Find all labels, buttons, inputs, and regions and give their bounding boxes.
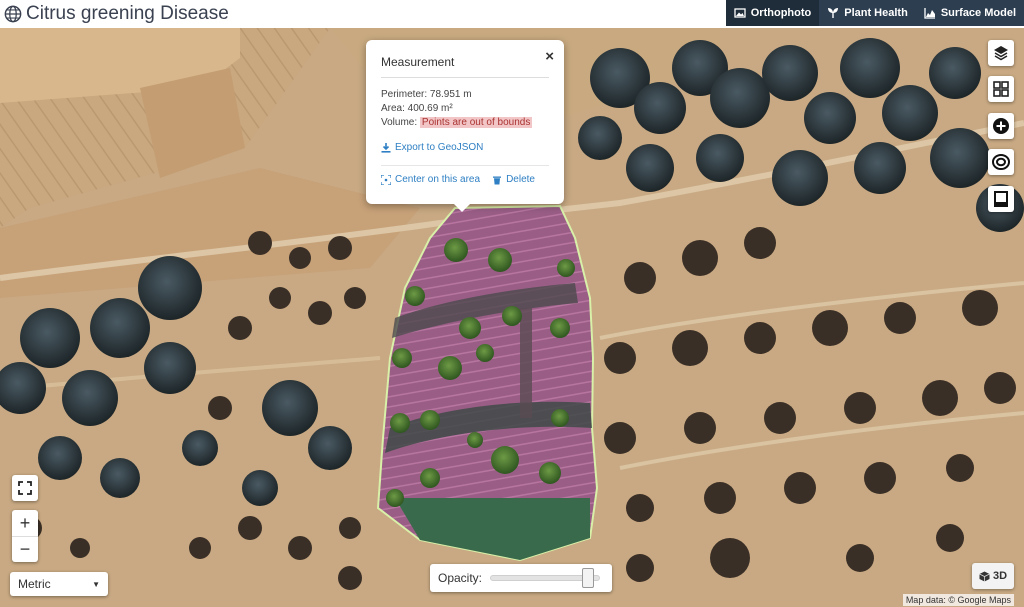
square-button[interactable] [988,186,1014,212]
center-area-link[interactable]: Center on this area [381,174,480,185]
trash-icon [493,176,502,184]
fullscreen-icon [18,481,32,495]
grid-button[interactable] [988,76,1014,102]
units-select[interactable]: Metric ▼ [10,572,108,596]
crosshair-icon [381,174,391,185]
add-circle-icon [993,118,1009,134]
perimeter-value: Perimeter: 78.951 m [381,89,472,100]
export-geojson-link[interactable]: Export to GeoJSON [381,142,549,153]
layers-icon [994,46,1008,61]
ring-button[interactable] [988,149,1014,175]
tab-plant-health[interactable]: Plant Health [819,0,916,26]
grid-icon [993,81,1009,97]
popup-divider [381,77,549,78]
tab-orthophoto[interactable]: Orthophoto [725,0,820,26]
volume-row: Volume: Points are out of bounds [381,116,549,130]
3d-button[interactable]: 3D [972,563,1014,589]
plant-icon [828,8,839,18]
close-icon[interactable]: × [545,48,554,65]
area-value: Area: 400.69 m² [381,103,453,114]
square-icon [994,191,1008,207]
popup-title: Measurement [381,55,455,69]
tab-orthophoto-label: Orthophoto [750,7,812,19]
delete-label: Delete [506,174,535,185]
fullscreen-button[interactable] [12,475,38,501]
tab-plant-health-label: Plant Health [844,7,908,19]
add-measurement-button[interactable] [988,113,1014,139]
opacity-control: Opacity: [430,564,612,592]
opacity-slider[interactable] [490,568,601,588]
cube-icon [979,571,990,581]
tab-surface-model[interactable]: Surface Model [915,0,1024,26]
page-title: Citrus greening Disease [26,3,229,24]
export-label: Export to GeoJSON [395,142,484,153]
popup-actions: Center on this area Delete [381,165,549,185]
map-attribution: Map data: © Google Maps [902,594,1014,606]
chart-icon [924,8,935,19]
title-area: Citrus greening Disease [4,0,229,28]
opacity-label: Opacity: [438,571,483,585]
opacity-slider-handle[interactable] [582,568,595,588]
volume-label: Volume: [381,117,418,128]
3d-label: 3D [992,570,1008,582]
zoom-in-button[interactable]: + [12,510,38,536]
view-tabs: Orthophoto Plant Health Surface Model [725,0,1024,26]
download-icon [381,142,391,153]
center-label: Center on this area [395,174,481,185]
delete-link[interactable]: Delete [492,174,535,185]
ring-icon [992,154,1010,170]
app-header: Citrus greening Disease Orthophoto Plant… [0,0,1024,28]
image-icon [734,8,746,18]
measurement-popup: Measurement × Perimeter: 78.951 m Area: … [366,40,564,212]
volume-warning: Points are out of bounds [419,117,533,128]
zoom-out-button[interactable]: − [12,536,38,562]
tab-surface-model-label: Surface Model [940,7,1016,19]
layers-button[interactable] [988,40,1014,66]
chevron-down-icon: ▼ [92,579,100,589]
zoom-control: + − [12,510,38,562]
globe-icon [4,5,22,23]
map-canvas[interactable]: Measurement × Perimeter: 78.951 m Area: … [0,28,1024,607]
units-value: Metric [18,577,51,591]
